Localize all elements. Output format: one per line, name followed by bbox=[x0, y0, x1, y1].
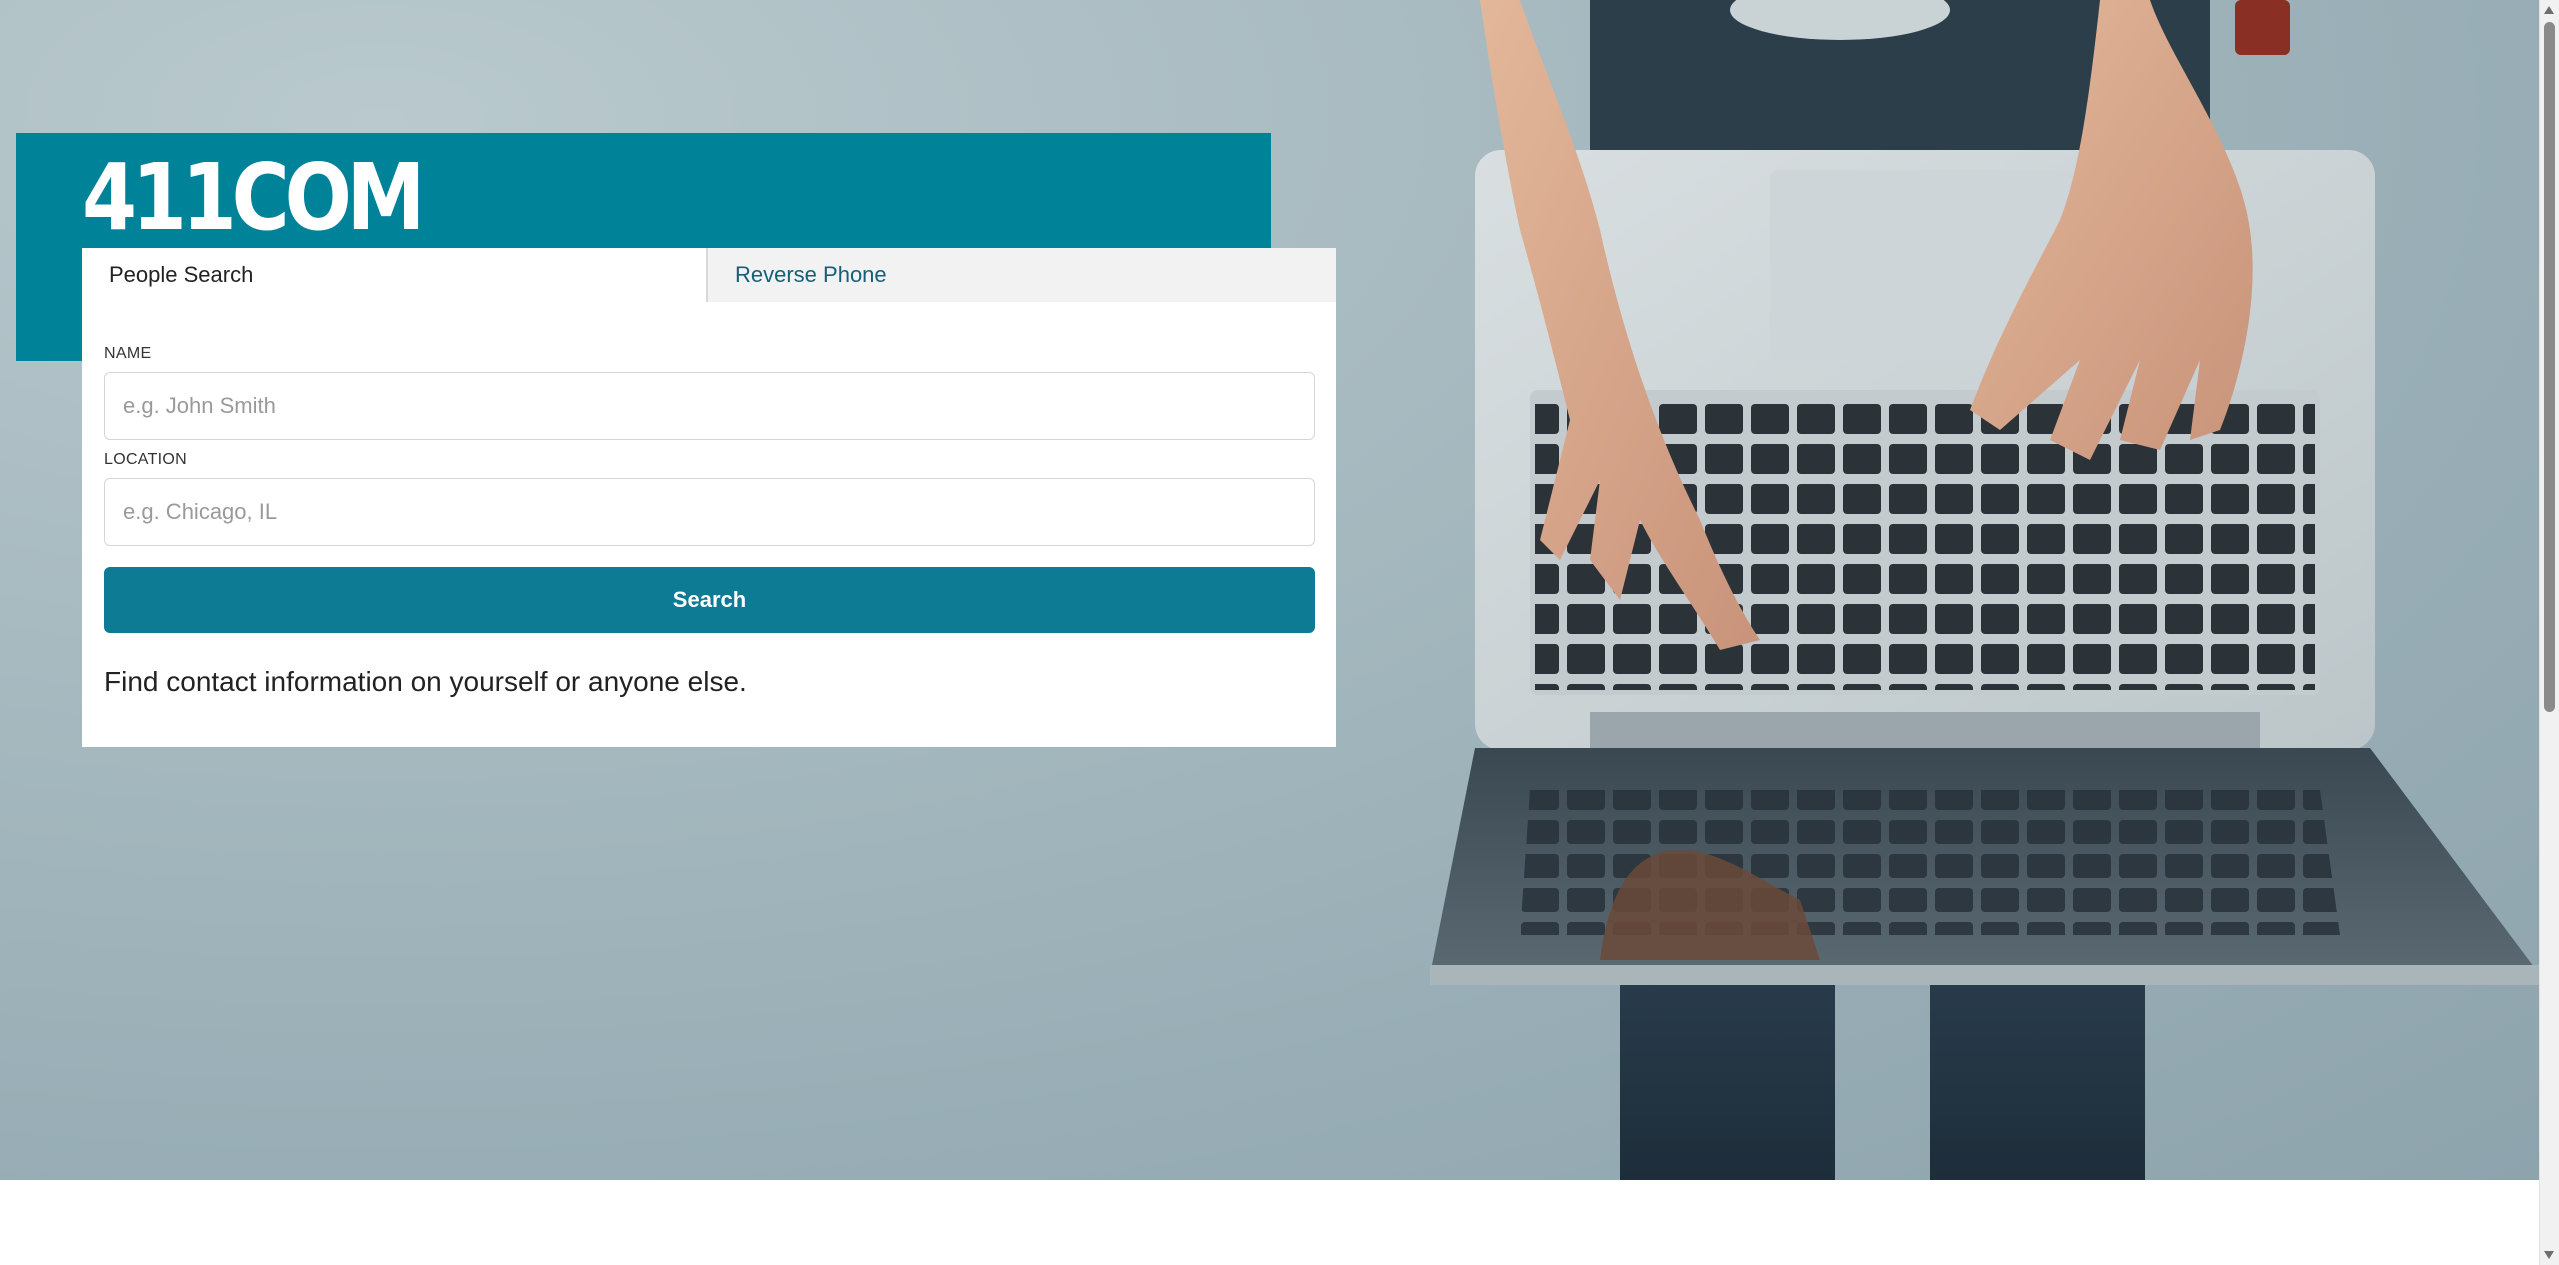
scroll-up-arrow-icon[interactable] bbox=[2544, 6, 2554, 14]
vertical-scrollbar[interactable] bbox=[2539, 0, 2559, 1265]
location-input[interactable] bbox=[104, 478, 1315, 546]
location-field-label: LOCATION bbox=[104, 451, 188, 468]
scrollbar-thumb[interactable] bbox=[2544, 22, 2555, 712]
search-button[interactable]: Search bbox=[104, 567, 1315, 633]
name-input[interactable] bbox=[104, 372, 1315, 440]
site-logo[interactable]: 411COM bbox=[82, 152, 425, 244]
tagline-text: Find contact information on yourself or … bbox=[104, 666, 747, 697]
name-field-label: NAME bbox=[104, 345, 152, 362]
tab-people-search[interactable]: People Search bbox=[82, 248, 708, 302]
search-tabs: People Search Reverse Phone bbox=[82, 248, 1336, 302]
search-card: People Search Reverse Phone NAME LOCATIO… bbox=[82, 248, 1336, 747]
tab-reverse-phone[interactable]: Reverse Phone bbox=[708, 248, 1336, 302]
scroll-down-arrow-icon[interactable] bbox=[2544, 1251, 2554, 1259]
footer-strip bbox=[0, 1180, 2540, 1265]
page: 411COM People Search Reverse Phone NAME … bbox=[0, 0, 2559, 1265]
